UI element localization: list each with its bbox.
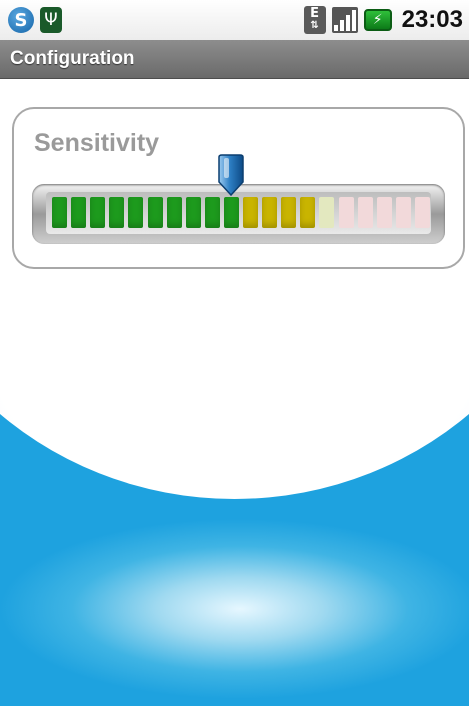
sensitivity-label: Sensitivity xyxy=(34,129,160,157)
data-transfer-icon: E ⇅ xyxy=(303,6,326,34)
meter-segment xyxy=(128,197,144,228)
status-left: S Ψ xyxy=(8,4,62,36)
meter-segment xyxy=(109,197,125,228)
meter-segment xyxy=(300,197,316,228)
meter-segment xyxy=(395,197,411,228)
slider-thumb[interactable] xyxy=(216,154,246,196)
meter-segment xyxy=(204,197,220,228)
meter-segment xyxy=(262,197,278,228)
meter-segment xyxy=(414,197,430,228)
meter-segment xyxy=(243,197,258,228)
screen: S Ψ E ⇅ ⚡ 23:03 Configuration Sensitivity xyxy=(0,0,469,706)
meter-segment xyxy=(52,197,67,228)
sensitivity-card: Sensitivity xyxy=(12,107,465,269)
signal-icon xyxy=(331,7,358,33)
meter-segment xyxy=(71,197,87,228)
meter-segment xyxy=(223,197,239,228)
usb-icon: Ψ xyxy=(40,7,62,33)
title-bar: Configuration xyxy=(0,40,469,79)
meter-segment xyxy=(147,197,163,228)
meter-segment xyxy=(281,197,297,228)
meter-segment xyxy=(166,197,182,228)
page-title: Configuration xyxy=(10,48,135,69)
status-right: E ⇅ ⚡ 23:03 xyxy=(303,4,463,36)
sensitivity-slider[interactable] xyxy=(32,154,445,244)
meter-segment xyxy=(338,197,354,228)
meter-segment xyxy=(357,197,373,228)
status-time: 23:03 xyxy=(401,6,463,33)
meter-segment xyxy=(185,197,201,228)
slider-meter xyxy=(46,192,431,234)
battery-icon: ⚡ xyxy=(363,9,392,31)
meter-segment xyxy=(376,197,392,228)
meter-segment xyxy=(90,197,106,228)
meter-segment xyxy=(319,197,335,228)
skype-icon: S xyxy=(8,7,34,33)
status-bar: S Ψ E ⇅ ⚡ 23:03 xyxy=(0,0,469,40)
